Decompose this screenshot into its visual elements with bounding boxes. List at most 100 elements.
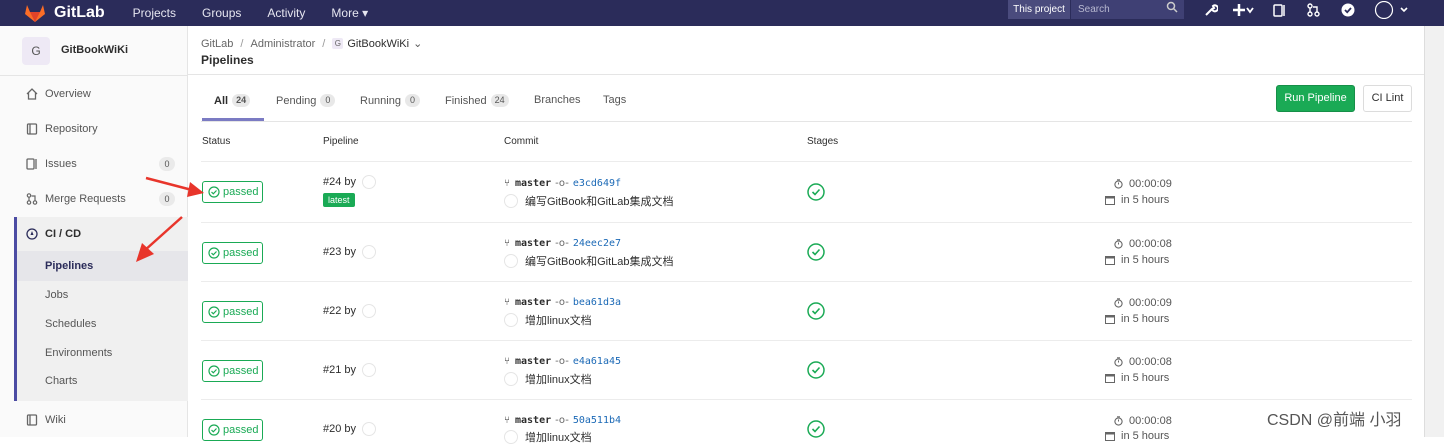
pipeline-link[interactable]: #23 by (323, 245, 377, 259)
commit-title[interactable]: 编写GitBook和GitLab集成文档 (525, 193, 674, 209)
nav-activity[interactable]: Activity (267, 6, 305, 20)
chevron-down-icon[interactable]: ⌄ (413, 37, 422, 50)
timer-icon (1114, 357, 1123, 367)
sidebar-subitem-environments[interactable]: Environments (45, 347, 112, 359)
sidebar-subitem-pipelines[interactable]: Pipelines (45, 260, 93, 272)
breadcrumb-project-avatar: G (332, 38, 344, 49)
annotation-arrow-icon (145, 176, 204, 197)
commit-title[interactable]: 编写GitBook和GitLab集成文档 (525, 253, 674, 269)
column-header-pipeline: Pipeline (323, 136, 359, 147)
todo-check-icon[interactable] (1341, 0, 1355, 19)
breadcrumb-project[interactable]: GitBookWiKi (347, 38, 409, 50)
status-badge[interactable]: passed (202, 301, 263, 323)
timer-icon (1114, 298, 1123, 308)
avatar[interactable] (362, 422, 377, 436)
tab-finished[interactable]: Finished 24 (445, 94, 509, 107)
sidebar-subitem-jobs[interactable]: Jobs (45, 289, 68, 301)
nav-groups[interactable]: Groups (202, 6, 241, 20)
avatar[interactable] (504, 194, 518, 208)
branch-name[interactable]: master (515, 415, 551, 426)
breadcrumb-gitlab[interactable]: GitLab (201, 38, 233, 50)
branch-icon: ⑂ (504, 178, 510, 189)
status-badge[interactable]: passed (202, 360, 263, 382)
commit-title[interactable]: 增加linux文档 (525, 312, 592, 328)
merge-request-icon[interactable] (1307, 0, 1320, 19)
sidebar-item-overview[interactable]: Overview (0, 79, 188, 109)
tab-running[interactable]: Running 0 (360, 94, 420, 107)
avatar[interactable] (504, 372, 518, 386)
sidebar-item-label: CI / CD (45, 228, 82, 240)
duration-value: 00:00:09 (1129, 178, 1172, 190)
commit-sha[interactable]: 24eec2e7 (573, 238, 621, 249)
finished-value: in 5 hours (1121, 194, 1170, 206)
sidebar-item-wiki[interactable]: Wiki (0, 405, 188, 435)
divider (188, 74, 1424, 75)
avatar[interactable] (504, 313, 518, 327)
tab-count: 24 (490, 94, 509, 107)
status-badge[interactable]: passed (202, 419, 263, 441)
calendar-icon (1105, 315, 1115, 324)
commit-sha[interactable]: e3cd649f (573, 178, 621, 189)
commit-sha[interactable]: bea61d3a (573, 297, 621, 308)
tab-tags[interactable]: Tags (603, 94, 626, 106)
column-header-commit: Commit (504, 136, 539, 147)
gitlab-logo[interactable]: GitLab (24, 3, 105, 23)
stage-passed-icon[interactable] (807, 243, 825, 261)
breadcrumb-separator: / (322, 37, 326, 50)
pipeline-link[interactable]: #22 by (323, 304, 377, 318)
commit-sha[interactable]: 50a511b4 (573, 415, 621, 426)
status-badge[interactable]: passed (202, 181, 263, 203)
pipeline-link[interactable]: #24 by (323, 175, 377, 189)
pipeline-id: #20 by (323, 423, 357, 435)
run-pipeline-button[interactable]: Run Pipeline (1276, 85, 1355, 112)
project-header[interactable]: G GitBookWiKi (0, 26, 188, 76)
tab-branches[interactable]: Branches (534, 94, 580, 106)
avatar[interactable] (504, 254, 518, 268)
avatar[interactable] (504, 430, 518, 444)
status-badge[interactable]: passed (202, 242, 263, 264)
issues-icon[interactable] (1273, 0, 1286, 19)
sidebar-subitem-charts[interactable]: Charts (45, 375, 77, 387)
search-scope[interactable]: This project (1008, 0, 1070, 19)
nav-more[interactable]: More ▾ (331, 6, 368, 20)
ci-lint-button[interactable]: CI Lint (1363, 85, 1412, 112)
tab-label: Branches (534, 94, 581, 106)
divider (201, 281, 1412, 282)
user-avatar[interactable] (1374, 0, 1412, 19)
breadcrumb: GitLab / Administrator / G GitBookWiKi ⌄ (201, 37, 422, 51)
tab-pending[interactable]: Pending 0 (276, 94, 336, 107)
stage-passed-icon[interactable] (807, 183, 825, 201)
branch-name[interactable]: master (515, 178, 551, 189)
sidebar-subitem-schedules[interactable]: Schedules (45, 318, 96, 330)
tab-label: Running (360, 94, 401, 107)
nav-projects[interactable]: Projects (133, 6, 176, 20)
commit-title[interactable]: 增加linux文档 (525, 371, 592, 387)
commit-title[interactable]: 增加linux文档 (525, 429, 592, 445)
status-label: passed (223, 247, 259, 259)
branch-name[interactable]: master (515, 297, 551, 308)
commit-sha[interactable]: e4a61a45 (573, 356, 621, 367)
breadcrumb-administrator[interactable]: Administrator (250, 38, 315, 50)
column-header-stages: Stages (807, 136, 839, 147)
annotation-arrow-icon (136, 216, 183, 262)
timer-icon (1114, 416, 1123, 426)
stage-passed-icon[interactable] (807, 420, 825, 438)
avatar[interactable] (362, 245, 377, 259)
tab-all[interactable]: All 24 (214, 94, 251, 107)
avatar[interactable] (362, 363, 377, 377)
finished-at: in 5 hours (1105, 430, 1169, 442)
stage-passed-icon[interactable] (807, 302, 825, 320)
wrench-icon[interactable] (1204, 0, 1218, 19)
avatar[interactable] (362, 304, 377, 318)
avatar[interactable] (362, 175, 377, 189)
divider (201, 222, 1412, 223)
pipeline-link[interactable]: #20 by (323, 422, 377, 436)
pipeline-id: #22 by (323, 305, 357, 317)
sidebar-item-repository[interactable]: Repository (0, 114, 188, 144)
scrollbar[interactable] (1424, 26, 1444, 437)
plus-icon[interactable] (1233, 0, 1255, 19)
branch-name[interactable]: master (515, 356, 551, 367)
stage-passed-icon[interactable] (807, 361, 825, 379)
pipeline-link[interactable]: #21 by (323, 363, 377, 377)
branch-name[interactable]: master (515, 238, 551, 249)
